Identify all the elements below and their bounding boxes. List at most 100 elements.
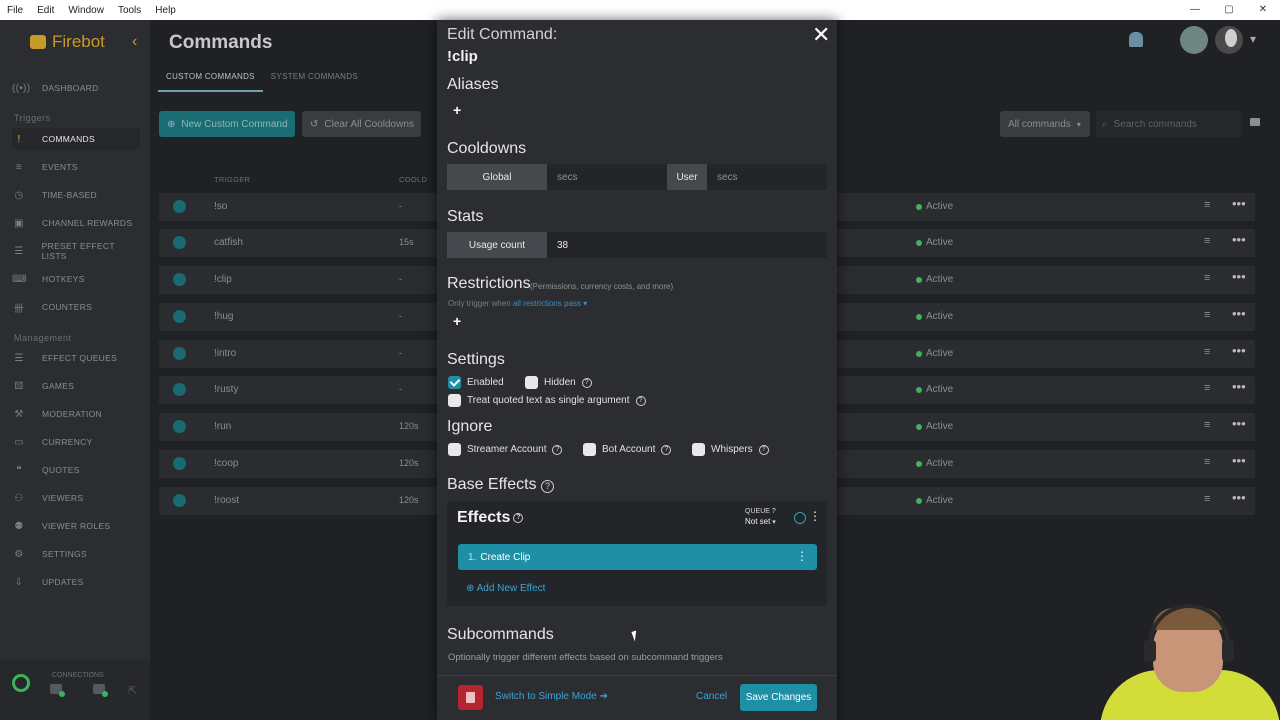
new-custom-command-button[interactable]: ⊕ New Custom Command xyxy=(159,111,295,137)
sidebar-item-events[interactable]: ≡ EVENTS xyxy=(12,156,140,178)
external-link-icon[interactable]: ⇱ xyxy=(128,684,137,697)
add-new-effect-link[interactable]: ⊕ Add New Effect xyxy=(466,583,545,594)
play-icon[interactable] xyxy=(173,494,186,507)
avatar[interactable] xyxy=(1180,26,1208,54)
more-options-icon[interactable]: ••• xyxy=(1232,416,1246,431)
collapse-sidebar-icon[interactable]: ‹ xyxy=(132,33,137,51)
queue-selector[interactable]: QUEUE ? Not set ▾ xyxy=(745,507,776,528)
checkbox-checked[interactable] xyxy=(448,376,461,389)
usage-count-input[interactable]: 38 xyxy=(547,232,827,258)
more-options-icon[interactable]: ••• xyxy=(1232,269,1246,284)
checkbox[interactable] xyxy=(448,443,461,456)
menu-file[interactable]: File xyxy=(0,5,30,16)
sidebar-item-commands[interactable]: ! COMMANDS xyxy=(12,128,140,150)
sidebar-item-updates[interactable]: ⇩ UPDATES xyxy=(12,571,140,593)
chevron-down-icon[interactable]: ▾ xyxy=(1250,32,1256,46)
menu-window[interactable]: Window xyxy=(61,5,111,16)
play-icon[interactable] xyxy=(173,383,186,396)
save-changes-button[interactable]: Save Changes xyxy=(740,684,817,711)
drag-handle-icon[interactable]: ≡ xyxy=(1204,235,1210,247)
add-restriction-icon[interactable]: + xyxy=(453,313,461,329)
more-options-icon[interactable]: ••• xyxy=(1232,379,1246,394)
menu-edit[interactable]: Edit xyxy=(30,5,61,16)
tab-system-commands[interactable]: SYSTEM COMMANDS xyxy=(263,66,366,92)
minimize-icon[interactable]: — xyxy=(1178,0,1212,20)
bot-account-checkbox[interactable]: Bot Account? xyxy=(583,443,672,456)
help-icon[interactable]: ? xyxy=(635,395,646,406)
sidebar-item-preset-effect-lists[interactable]: ☰ PRESET EFFECT LISTS xyxy=(12,240,140,262)
sidebar-item-hotkeys[interactable]: ⌨ HOTKEYS xyxy=(12,268,140,290)
drag-handle-icon[interactable]: ≡ xyxy=(1204,456,1210,468)
play-icon[interactable] xyxy=(173,347,186,360)
drag-handle-icon[interactable]: ≡ xyxy=(1204,419,1210,431)
more-options-icon[interactable]: ••• xyxy=(1232,196,1246,211)
search-field[interactable]: ⌕ Search commands xyxy=(1096,111,1241,137)
restrictions-mode-dropdown[interactable]: all restrictions pass ▾ xyxy=(513,299,587,308)
sidebar-item-quotes[interactable]: ❝ QUOTES xyxy=(12,459,140,481)
sidebar-item-currency[interactable]: ▭ CURRENCY xyxy=(12,431,140,453)
more-options-icon[interactable]: ••• xyxy=(1232,490,1246,505)
quoted-text-checkbox[interactable]: Treat quoted text as single argument? xyxy=(448,394,646,407)
play-icon[interactable] xyxy=(173,420,186,433)
cancel-button[interactable]: Cancel xyxy=(696,691,727,702)
sidebar-item-counters[interactable]: 卌 COUNTERS xyxy=(12,296,140,318)
kebab-menu-icon[interactable]: ⋮ xyxy=(809,509,821,523)
delete-icon[interactable] xyxy=(458,685,483,710)
help-icon[interactable]: ? xyxy=(581,377,592,388)
lock-icon[interactable] xyxy=(1250,118,1260,126)
connection-status-icon[interactable] xyxy=(50,684,65,697)
maximize-icon[interactable]: ▢ xyxy=(1212,0,1246,20)
whispers-checkbox[interactable]: Whispers? xyxy=(692,443,769,456)
play-icon[interactable] xyxy=(173,273,186,286)
play-icon[interactable] xyxy=(173,310,186,323)
sidebar-item-viewer-roles[interactable]: ⚉ VIEWER ROLES xyxy=(12,515,140,537)
play-icon[interactable] xyxy=(173,457,186,470)
help-icon[interactable]: ? xyxy=(552,444,563,455)
more-options-icon[interactable]: ••• xyxy=(1232,232,1246,247)
filter-dropdown[interactable]: All commands ▾ xyxy=(1000,111,1090,137)
drag-handle-icon[interactable]: ≡ xyxy=(1204,346,1210,358)
play-icon[interactable] xyxy=(794,512,806,524)
help-icon[interactable]: ? xyxy=(758,444,769,455)
help-icon[interactable]: ? xyxy=(540,480,554,493)
sidebar-item-viewers[interactable]: ⚇ VIEWERS xyxy=(12,487,140,509)
drag-handle-icon[interactable]: ≡ xyxy=(1204,493,1210,505)
tab-custom-commands[interactable]: CUSTOM COMMANDS xyxy=(158,66,263,92)
enabled-checkbox[interactable]: Enabled xyxy=(448,376,504,389)
menu-tools[interactable]: Tools xyxy=(111,5,148,16)
hidden-checkbox[interactable]: Hidden? xyxy=(525,376,592,389)
help-icon[interactable]: ? xyxy=(513,512,524,523)
sidebar-item-channel-rewards[interactable]: ▣ CHANNEL REWARDS xyxy=(12,212,140,234)
more-options-icon[interactable]: ••• xyxy=(1232,453,1246,468)
checkbox[interactable] xyxy=(583,443,596,456)
menu-help[interactable]: Help xyxy=(148,5,183,16)
play-icon[interactable] xyxy=(173,236,186,249)
drag-handle-icon[interactable]: ≡ xyxy=(1204,382,1210,394)
user-cooldown-input[interactable]: secs xyxy=(707,164,827,190)
checkbox[interactable] xyxy=(448,394,461,407)
sidebar-item-effect-queues[interactable]: ☰ EFFECT QUEUES xyxy=(12,347,140,369)
add-alias-icon[interactable]: + xyxy=(453,102,461,118)
drag-handle-icon[interactable]: ≡ xyxy=(1204,309,1210,321)
checkbox[interactable] xyxy=(525,376,538,389)
power-icon[interactable] xyxy=(12,674,30,692)
global-cooldown-input[interactable]: secs xyxy=(547,164,667,190)
help-icon[interactable]: ? xyxy=(661,444,672,455)
avatar[interactable] xyxy=(1215,26,1243,54)
switch-simple-mode-link[interactable]: Switch to Simple Mode ➔ xyxy=(495,691,608,702)
drag-handle-icon[interactable]: ≡ xyxy=(1204,272,1210,284)
kebab-menu-icon[interactable]: ⋮ xyxy=(796,549,808,563)
sidebar-item-dashboard[interactable]: ((•)) DASHBOARD xyxy=(12,77,140,99)
connection-status-icon[interactable] xyxy=(93,684,108,697)
sidebar-item-games[interactable]: ⚄ GAMES xyxy=(12,375,140,397)
drag-handle-icon[interactable]: ≡ xyxy=(1204,199,1210,211)
clear-all-cooldowns-button[interactable]: ↺ Clear All Cooldowns xyxy=(302,111,421,137)
streamer-account-checkbox[interactable]: Streamer Account? xyxy=(448,443,563,456)
sidebar-item-moderation[interactable]: ⚒ MODERATION xyxy=(12,403,140,425)
bell-icon[interactable] xyxy=(1129,32,1143,47)
more-options-icon[interactable]: ••• xyxy=(1232,343,1246,358)
checkbox[interactable] xyxy=(692,443,705,456)
sidebar-item-time-based[interactable]: ◷ TIME-BASED xyxy=(12,184,140,206)
play-icon[interactable] xyxy=(173,200,186,213)
effect-item[interactable]: 1. Create Clip ⋮ xyxy=(458,544,817,570)
